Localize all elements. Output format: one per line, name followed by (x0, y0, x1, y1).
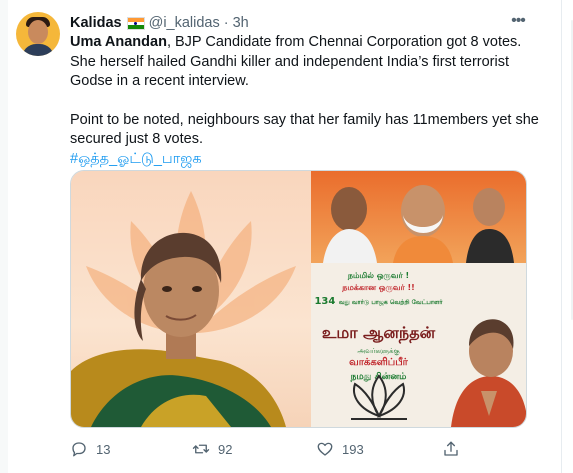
author-handle[interactable]: @i_kalidas (149, 15, 220, 31)
avatar-face (28, 20, 48, 44)
tweet-paragraph-2: Point to be noted, neighbours say that h… (70, 111, 539, 148)
poster-lotus-and-candidate (351, 319, 526, 427)
mention-name: Uma Anandan (70, 34, 167, 50)
candidate-photo (71, 232, 286, 427)
reply-icon (72, 442, 86, 457)
more-options-icon[interactable]: ••• (508, 12, 528, 32)
retweet-button[interactable]: 92 (192, 438, 232, 460)
left-edge-panel (0, 0, 8, 473)
tweet-text: Uma Anandan, BJP Candidate from Chennai … (70, 33, 540, 169)
avatar-shirt (22, 44, 54, 56)
tweet-time[interactable]: 3h (233, 15, 249, 31)
hashtag-link[interactable]: #ஒத்த_ஓட்டு_பாஜக (70, 151, 202, 167)
reply-button[interactable]: 13 (70, 438, 110, 460)
retweet-icon (192, 444, 210, 454)
tweet-header: Kalidas @i_kalidas · 3h (70, 13, 249, 33)
share-button[interactable] (442, 438, 460, 460)
media-left-photo (71, 171, 311, 427)
tweet-media-image[interactable]: நம்மில் ஒருவர் ! நமக்கான ஒருவர் !! 134 வ… (70, 170, 527, 428)
like-button[interactable]: 193 (316, 438, 364, 460)
like-count: 193 (342, 441, 364, 457)
separator-dot: · (223, 15, 229, 31)
indian-flag-icon (126, 16, 145, 30)
reply-count: 13 (96, 441, 111, 457)
tweet[interactable]: Kalidas @i_kalidas · 3h ••• Uma Anandan,… (8, 0, 561, 473)
tweet-paragraph-1: Uma Anandan, BJP Candidate from Chennai … (70, 33, 540, 92)
retweet-count: 92 (218, 441, 233, 457)
author-name[interactable]: Kalidas (70, 15, 122, 31)
share-icon (444, 441, 458, 456)
media-right-poster: நம்மில் ஒருவர் ! நமக்கான ஒருவர் !! 134 வ… (311, 171, 526, 427)
heart-icon (317, 442, 333, 456)
avatar[interactable] (16, 12, 60, 56)
